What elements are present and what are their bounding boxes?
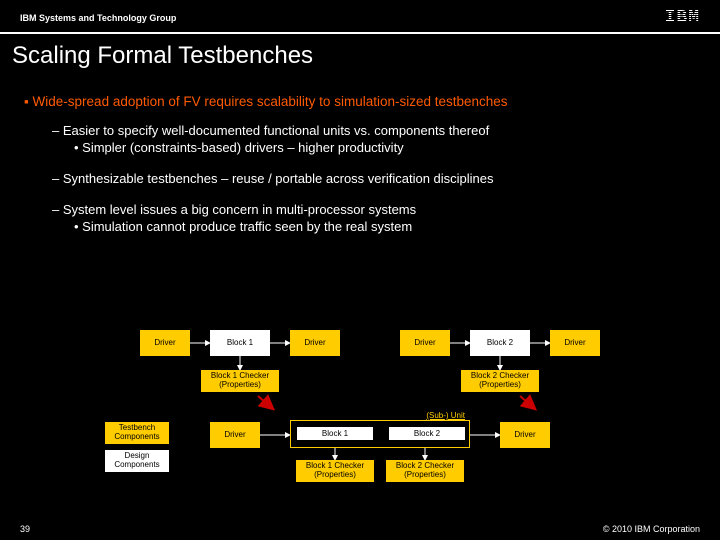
bullet-sub-1a-child: • Simpler (constraints-based) drivers – … bbox=[74, 140, 696, 155]
slide-header: IBM Systems and Technology Group IBM bbox=[0, 0, 720, 34]
legend-testbench: Testbench Components bbox=[105, 422, 169, 444]
bullet-sub-1b: – Synthesizable testbenches – reuse / po… bbox=[52, 171, 696, 186]
driver-box: Driver bbox=[400, 330, 450, 356]
bullet-main: Wide-spread adoption of FV requires scal… bbox=[24, 94, 696, 109]
block2-checker-box: Block 2 Checker (Properties) bbox=[386, 460, 464, 482]
block1-box: Block 1 bbox=[210, 330, 270, 356]
bullet-sub-1c-child: • Simulation cannot produce traffic seen… bbox=[74, 219, 696, 234]
block2-box: Block 2 bbox=[470, 330, 530, 356]
subunit-label: (Sub-) Unit bbox=[426, 411, 465, 420]
ibm-logo: IBM bbox=[665, 8, 700, 28]
bullet-sub-1a: – Easier to specify well-documented func… bbox=[52, 123, 696, 138]
bullet-sub-1c: – System level issues a big concern in m… bbox=[52, 202, 696, 217]
driver-box: Driver bbox=[550, 330, 600, 356]
slide-content: Wide-spread adoption of FV requires scal… bbox=[0, 74, 720, 234]
legend-design: Design Components bbox=[105, 450, 169, 472]
block2-checker-box: Block 2 Checker (Properties) bbox=[461, 370, 539, 392]
subunit-block2: Block 2 bbox=[389, 427, 465, 440]
block1-checker-box: Block 1 Checker (Properties) bbox=[296, 460, 374, 482]
driver-box: Driver bbox=[290, 330, 340, 356]
driver-box: Driver bbox=[140, 330, 190, 356]
group-label: IBM Systems and Technology Group bbox=[20, 13, 176, 23]
block1-checker-box: Block 1 Checker (Properties) bbox=[201, 370, 279, 392]
page-number: 39 bbox=[20, 524, 30, 534]
copyright: © 2010 IBM Corporation bbox=[603, 524, 700, 534]
diagram: Driver Block 1 Driver Block 1 Checker (P… bbox=[0, 310, 720, 510]
slide-title: Scaling Formal Testbenches bbox=[0, 34, 720, 74]
subunit-box: (Sub-) Unit Block 1 Block 2 bbox=[290, 420, 470, 448]
driver-box: Driver bbox=[210, 422, 260, 448]
driver-box: Driver bbox=[500, 422, 550, 448]
slide-footer: 39 © 2010 IBM Corporation bbox=[0, 524, 720, 534]
subunit-block1: Block 1 bbox=[297, 427, 373, 440]
